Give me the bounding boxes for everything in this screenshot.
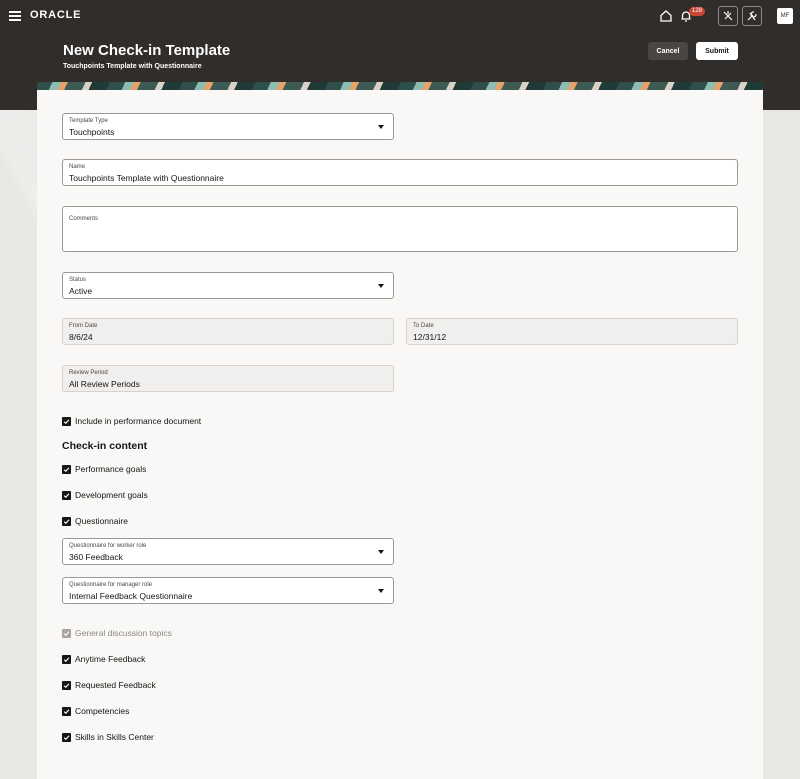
checkin-content-heading: Check-in content: [62, 440, 148, 452]
review-period-field[interactable]: Review Period All Review Periods: [62, 365, 394, 392]
checkbox-label: Questionnaire: [75, 516, 128, 526]
from-date-field[interactable]: From Date 8/6/24: [62, 318, 394, 345]
page-subtitle: Touchpoints Template with Questionnaire: [63, 63, 202, 70]
status-select[interactable]: Status Active: [62, 272, 394, 299]
submit-button[interactable]: Submit: [696, 42, 738, 60]
field-label: Questionnaire for worker role: [69, 543, 147, 549]
include-performance-document-checkbox[interactable]: Include in performance document: [62, 416, 201, 426]
field-value: Active: [69, 286, 93, 296]
checkbox-label: Requested Feedback: [75, 680, 156, 690]
field-label: Questionnaire for manager role: [69, 582, 153, 588]
decorative-banner: [37, 82, 763, 90]
tools-button[interactable]: [742, 6, 762, 26]
field-label: Review Period: [69, 370, 108, 376]
checkbox-label: Skills in Skills Center: [75, 732, 154, 742]
skills-in-skills-center-checkbox[interactable]: Skills in Skills Center: [62, 732, 154, 742]
to-date-field[interactable]: To Date 12/31/12: [406, 318, 738, 345]
home-icon[interactable]: [657, 7, 675, 25]
page-title: New Check-in Template: [63, 42, 231, 59]
pin-icon: [723, 11, 733, 21]
questionnaire-manager-role-select[interactable]: Questionnaire for manager role Internal …: [62, 577, 394, 604]
field-label: Comments: [69, 216, 99, 222]
field-label: Name: [69, 164, 86, 170]
checkbox-label: Competencies: [75, 706, 130, 716]
checkbox-label: Include in performance document: [75, 416, 202, 426]
checkbox-label: General discussion topics: [75, 628, 172, 638]
checkbox-label: Anytime Feedback: [75, 654, 146, 664]
checkbox-checked-icon[interactable]: [62, 680, 71, 690]
chevron-down-icon[interactable]: [378, 589, 384, 593]
field-value: Touchpoints Template with Questionnaire: [69, 173, 224, 183]
checkbox-checked-icon[interactable]: [62, 464, 71, 474]
competencies-checkbox[interactable]: Competencies: [62, 706, 129, 716]
development-goals-checkbox[interactable]: Development goals: [62, 490, 148, 500]
cancel-button[interactable]: Cancel: [648, 42, 688, 60]
questionnaire-worker-role-select[interactable]: Questionnaire for worker role 360 Feedba…: [62, 538, 394, 565]
field-value: 360 Feedback: [69, 552, 123, 562]
name-input[interactable]: Name Touchpoints Template with Questionn…: [62, 159, 738, 186]
field-label: Status: [69, 277, 87, 283]
field-value: 12/31/12: [413, 332, 447, 342]
checkbox-checked-icon[interactable]: [62, 490, 71, 500]
field-label: To Date: [413, 323, 434, 329]
general-discussion-topics-checkbox: General discussion topics: [62, 628, 172, 638]
checkbox-checked-icon[interactable]: [62, 516, 71, 526]
checkbox-checked-icon[interactable]: [62, 654, 71, 664]
field-value: All Review Periods: [69, 379, 140, 389]
field-label: From Date: [69, 323, 98, 329]
field-value: Touchpoints: [69, 127, 115, 137]
performance-goals-checkbox[interactable]: Performance goals: [62, 464, 146, 474]
checkbox-checked-icon[interactable]: [62, 706, 71, 716]
checkbox-label: Performance goals: [75, 464, 147, 474]
global-nav: ORACLE 128 MF: [0, 0, 800, 32]
requested-feedback-checkbox[interactable]: Requested Feedback: [62, 680, 156, 690]
chevron-down-icon[interactable]: [378, 550, 384, 554]
checkbox-checked-icon[interactable]: [62, 732, 71, 742]
field-value: Internal Feedback Questionnaire: [69, 591, 193, 601]
chevron-down-icon[interactable]: [378, 284, 384, 288]
field-label: Template Type: [69, 118, 108, 124]
questionnaire-checkbox[interactable]: Questionnaire: [62, 516, 128, 526]
field-value: 8/6/24: [69, 332, 93, 342]
user-avatar[interactable]: MF: [777, 8, 793, 24]
anytime-feedback-checkbox[interactable]: Anytime Feedback: [62, 654, 145, 664]
chevron-down-icon[interactable]: [378, 125, 384, 129]
notification-count-badge: 128: [689, 7, 706, 16]
tools-icon: [747, 11, 757, 21]
checkbox-label: Development goals: [75, 490, 148, 500]
oracle-logo[interactable]: ORACLE: [30, 9, 81, 21]
checkbox-checked-icon[interactable]: [62, 416, 71, 426]
favorites-button[interactable]: [718, 6, 738, 26]
template-type-select[interactable]: Template Type Touchpoints: [62, 113, 394, 140]
comments-textarea[interactable]: Comments: [62, 206, 738, 252]
menu-icon[interactable]: [9, 11, 21, 21]
checkbox-checked-icon: [62, 628, 71, 638]
form-card: [37, 90, 763, 779]
